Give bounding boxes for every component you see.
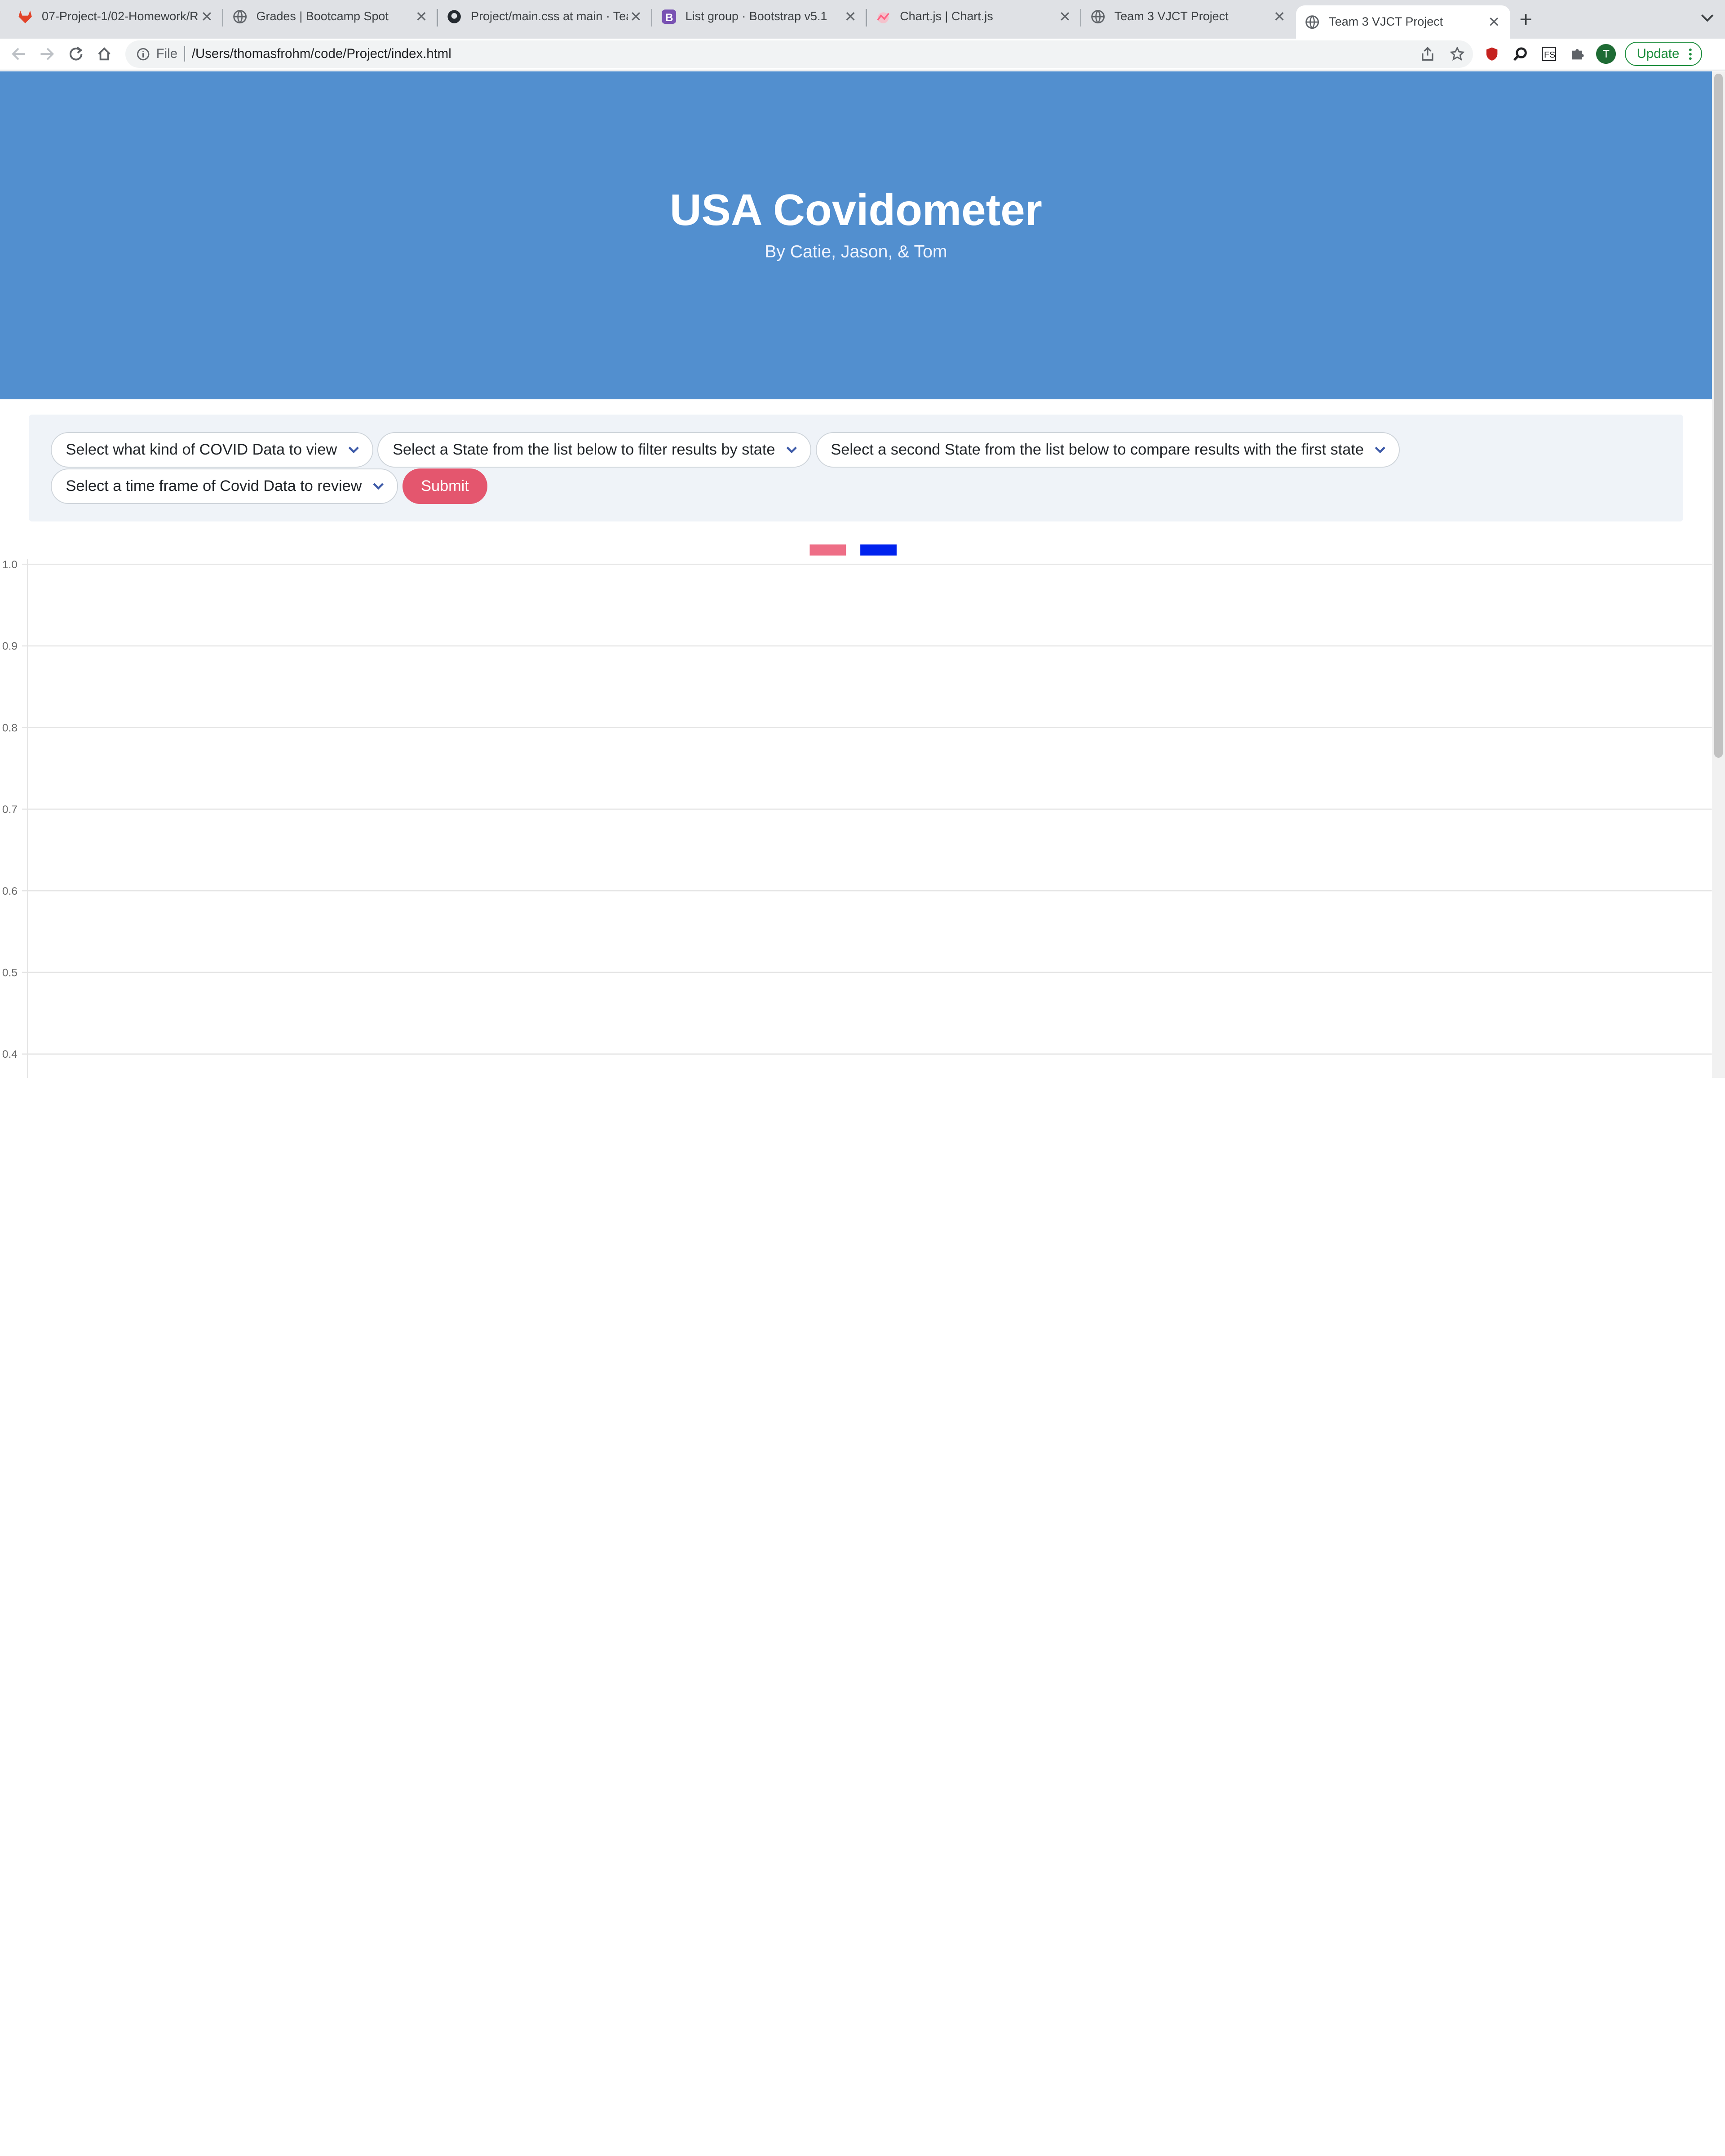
close-icon[interactable]: ✕ [1057,8,1072,25]
filter-panel: Select what kind of COVID Data to view S… [28,415,1683,521]
address-divider [184,46,186,62]
close-icon[interactable]: ✕ [1272,8,1287,25]
chevron-down-icon [373,481,384,491]
home-button[interactable] [90,40,119,68]
legend-swatch [809,544,846,556]
submit-button[interactable]: Submit [402,468,488,504]
bookmark-star-icon[interactable] [1450,47,1464,61]
tab-title: Grades | Bootcamp Spot [256,9,389,23]
close-icon[interactable]: ✕ [1486,13,1502,31]
tab-title: List group · Bootstrap v5.1 [685,9,827,23]
chevron-down-icon [1375,444,1386,455]
browser-tab[interactable]: Grades | Bootcamp Spot ✕ [223,0,438,33]
chevron-down-icon [786,444,797,455]
tab-title: 07-Project-1/02-Homework/README [42,9,199,23]
close-icon[interactable]: ✕ [843,8,858,25]
page-subtitle: By Catie, Jason, & Tom [765,242,947,261]
fs-extension-icon[interactable]: FS [1535,40,1563,68]
second-state-select-label: Select a second State from the list belo… [831,441,1364,459]
tab-title: Team 3 VJCT Project [1114,9,1229,23]
y-tick-label: 0.8 [2,722,18,734]
timeframe-select-label: Select a time frame of Covid Data to rev… [66,477,362,495]
close-icon[interactable]: ✕ [414,8,429,25]
y-tick-label: 0.6 [2,885,18,897]
timeframe-select[interactable]: Select a time frame of Covid Data to rev… [50,468,398,504]
scheme-label: File [156,46,178,62]
reload-button[interactable] [62,40,90,68]
y-tick-label: 0.9 [2,641,18,653]
address-bar[interactable]: File /Users/thomasfrohm/code/Project/ind… [125,40,1473,68]
update-button[interactable]: Update [1625,42,1703,66]
profile-avatar[interactable]: T [1592,40,1621,68]
legend-swatch [860,544,897,556]
forward-button[interactable] [33,40,62,68]
page-viewport: USA Covidometer By Catie, Jason, & Tom S… [0,71,1712,1078]
more-vertical-icon [1689,48,1692,60]
globe-icon [1090,9,1106,24]
page-scrollbar[interactable] [1712,71,1725,1078]
globe-icon [232,9,248,24]
back-button[interactable] [4,40,33,68]
tab-title: Chart.js | Chart.js [900,9,993,23]
browser-tab[interactable]: Project/main.css at main · Team ✕ [438,0,653,33]
globe-icon [1305,14,1320,30]
svg-text:B: B [665,12,673,24]
new-tab-button[interactable]: + [1510,4,1541,35]
tab-strip: 07-Project-1/02-Homework/README✕Grades |… [0,0,1725,39]
github-icon [447,9,462,24]
browser-tab[interactable]: Team 3 VJCT Project ✕ [1296,5,1511,39]
y-tick-label: 0.4 [2,1048,18,1060]
profile-initial: T [1602,48,1610,61]
scrollbar-thumb[interactable] [1714,74,1723,758]
browser-tab[interactable]: B List group · Bootstrap v5.1 ✕ [652,0,867,33]
tab-search-icon[interactable] [1701,11,1714,26]
tab-title: Project/main.css at main · Team [471,9,628,23]
y-tick-label: 1.0 [2,559,18,571]
state-select[interactable]: Select a State from the list below to fi… [377,432,811,468]
covid-chart: 1.0 0.9 0.8 0.7 0.6 0.5 0.4 [2,544,1712,1078]
data-type-select[interactable]: Select what kind of COVID Data to view [50,432,373,468]
browser-tab[interactable]: Chart.js | Chart.js ✕ [867,0,1082,33]
data-type-select-label: Select what kind of COVID Data to view [66,441,337,459]
chartjs-icon [876,9,891,24]
browser-toolbar: File /Users/thomasfrohm/code/Project/ind… [0,38,1725,71]
magnifier-extension-icon[interactable] [1506,40,1535,68]
browser-tab[interactable]: 07-Project-1/02-Homework/README✕ [9,0,224,33]
info-icon [137,48,150,60]
page-title: USA Covidometer [669,185,1042,235]
svg-text:FS: FS [1544,50,1555,60]
chevron-down-icon [348,444,359,455]
close-icon[interactable]: ✕ [199,8,214,25]
hero-banner: USA Covidometer By Catie, Jason, & Tom [0,71,1712,399]
extensions-puzzle-icon[interactable] [1563,40,1592,68]
state-select-label: Select a State from the list below to fi… [393,441,775,459]
site-info-button[interactable]: File [137,46,177,62]
y-tick-label: 0.5 [2,967,18,979]
update-label: Update [1637,46,1680,62]
second-state-select[interactable]: Select a second State from the list belo… [815,432,1400,468]
ublock-extension-icon[interactable] [1477,40,1506,68]
bootstrap-icon: B [661,9,677,24]
url-text[interactable]: /Users/thomasfrohm/code/Project/index.ht… [192,46,451,62]
browser-tab[interactable]: Team 3 VJCT Project ✕ [1081,0,1296,33]
gitlab-icon [18,9,33,24]
y-tick-label: 0.7 [2,804,18,816]
close-icon[interactable]: ✕ [628,8,643,25]
share-icon[interactable] [1420,47,1435,61]
tab-title: Team 3 VJCT Project [1329,15,1443,29]
